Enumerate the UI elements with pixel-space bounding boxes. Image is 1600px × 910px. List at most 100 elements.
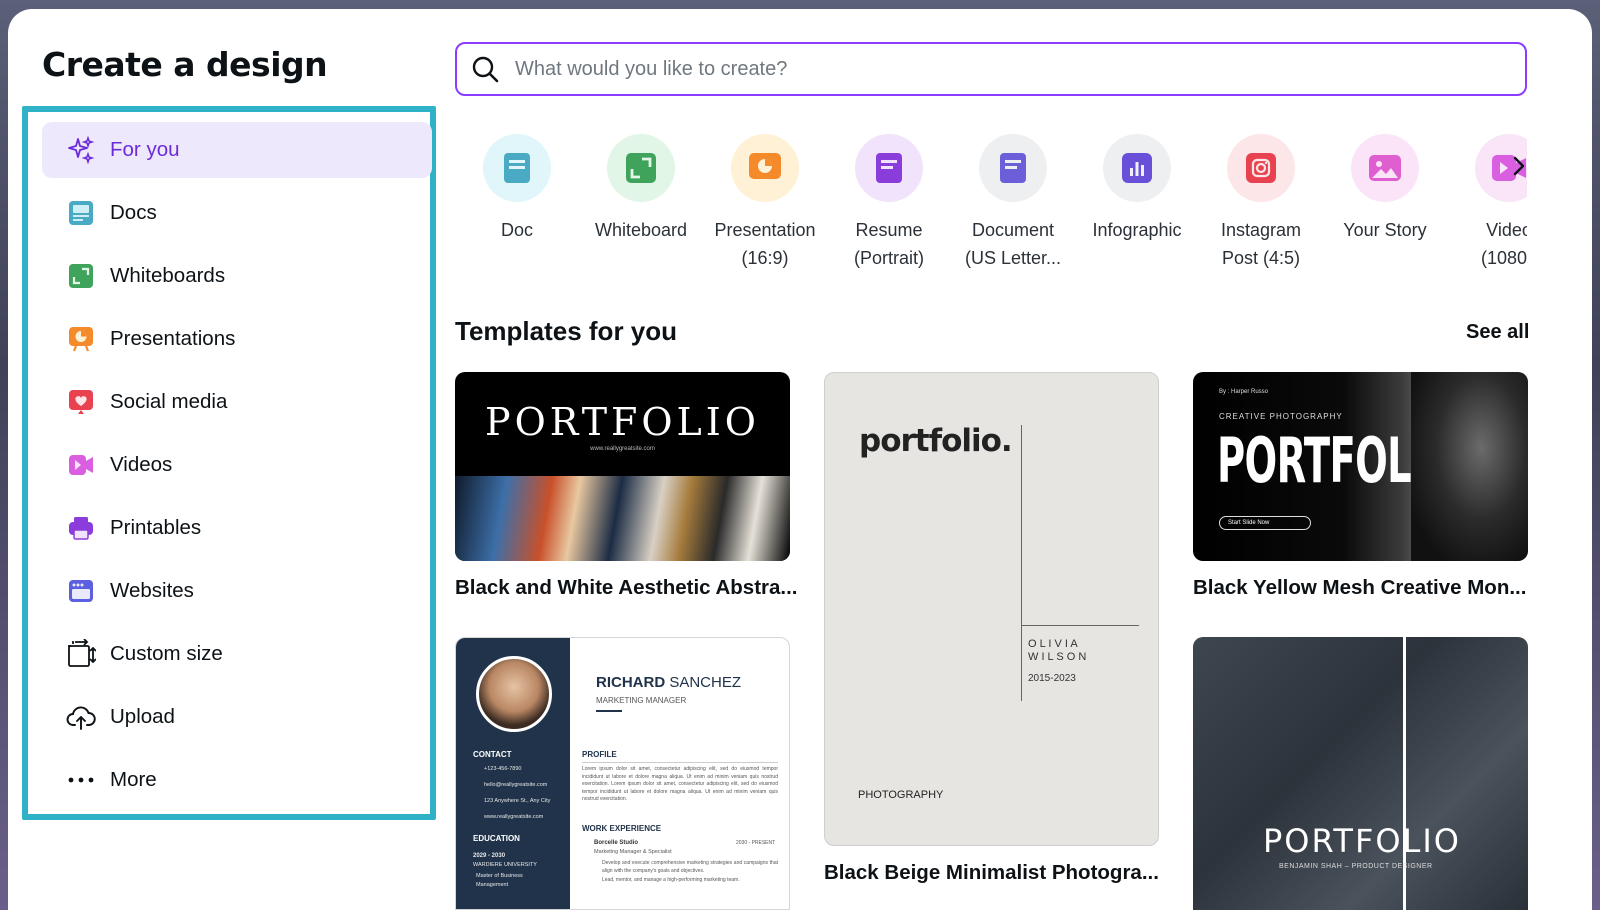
card-heading: portfolio. (859, 423, 1013, 459)
upload-cloud-icon (66, 702, 96, 732)
see-all-link[interactable]: See all (1466, 321, 1529, 344)
search-bar (455, 42, 1527, 96)
sidebar-item-social-media[interactable]: Social media (42, 374, 432, 430)
card-subheading: BENJAMIN SHAH – PRODUCT DESIGNER (1279, 863, 1433, 870)
presentation-icon (66, 324, 96, 354)
template-card[interactable]: CONTACT +123-456-7890 hello@reallygreats… (455, 637, 790, 910)
doc-icon (483, 134, 551, 202)
design-type-document[interactable]: Document (US Letter... (951, 134, 1075, 272)
printer-icon (66, 513, 96, 543)
dialog-title: Create a design (42, 45, 328, 84)
design-type-label: Whiteboard (594, 220, 688, 240)
resume-edu-degree: Master of Business (476, 873, 523, 879)
custom-size-icon (66, 639, 96, 669)
design-type-resume[interactable]: Resume (Portrait) (827, 134, 951, 272)
card-kicker: CREATIVE PHOTOGRAPHY (1219, 412, 1343, 421)
design-type-label: Doc (500, 220, 533, 240)
sidebar-item-more[interactable]: More (42, 752, 432, 808)
sidebar-item-presentations[interactable]: Presentations (42, 311, 432, 367)
instagram-icon (1227, 134, 1295, 202)
docs-icon (66, 198, 96, 228)
search-input[interactable] (513, 56, 1497, 82)
resume-job-title: Marketing Manager & Specialist (594, 849, 672, 855)
resume-website: www.reallygreatsite.com (484, 814, 544, 820)
design-type-label: Presentation (16:9) (714, 220, 816, 268)
resume-profile-text: Lorem ipsum dolor sit amet, consectetur … (582, 762, 778, 804)
template-caption: Black and White Aesthetic Abstra... (455, 576, 798, 599)
card-name-line-1: O L I V I A (1028, 638, 1078, 650)
resume-email: hello@reallygreatsite.com (484, 782, 548, 788)
sidebar-item-label: More (110, 768, 157, 791)
sidebar-item-printables[interactable]: Printables (42, 500, 432, 556)
infographic-icon (1103, 134, 1171, 202)
more-dots-icon (66, 765, 96, 795)
design-type-doc[interactable]: Doc (455, 134, 579, 244)
story-image-icon (1351, 134, 1419, 202)
templates-section-title: Templates for you (455, 316, 678, 346)
card-name-line-2: W I L S O N (1028, 651, 1087, 663)
resume-profile-heading: PROFILE (582, 750, 617, 759)
resume-bullet-2: Lead, mentor, and manage a high-performi… (602, 877, 740, 883)
sidebar-item-websites[interactable]: Websites (42, 563, 432, 619)
design-type-your-story[interactable]: Your Story (1323, 134, 1447, 244)
video-icon (66, 450, 96, 480)
design-type-instagram-post[interactable]: Instagram Post (4:5) (1199, 134, 1323, 272)
sidebar-item-label: Websites (110, 579, 194, 602)
sidebar-item-label: Printables (110, 516, 202, 539)
child-window-photo (1411, 372, 1528, 561)
sidebar-item-label: Presentations (110, 327, 236, 350)
design-type-label: Video(1080p (1480, 220, 1527, 268)
template-caption: Black Beige Minimalist Photogra... (824, 861, 1159, 884)
carousel-next-button[interactable] (1506, 155, 1532, 181)
sparkle-icon (66, 135, 96, 165)
divider (1021, 425, 1022, 701)
avatar (476, 656, 552, 732)
heart-icon (66, 387, 96, 417)
sidebar-item-upload[interactable]: Upload (42, 689, 432, 745)
design-type-presentation[interactable]: Presentation (16:9) (703, 134, 827, 272)
sidebar-item-for-you[interactable]: For you (42, 122, 432, 178)
resume-contact-heading: CONTACT (473, 750, 512, 759)
search-icon (471, 54, 501, 84)
template-card[interactable]: portfolio. O L I V I A W I L S O N 2015-… (824, 372, 1159, 846)
sidebar-item-label: Upload (110, 705, 175, 728)
abstract-swirl-image (455, 476, 790, 561)
sidebar-item-label: Custom size (110, 642, 223, 665)
template-card[interactable]: By : Harper Russo CREATIVE PHOTOGRAPHY P… (1193, 372, 1528, 561)
sidebar-item-label: Videos (110, 453, 173, 476)
sidebar-item-docs[interactable]: Docs (42, 185, 432, 241)
resume-role: MARKETING MANAGER (596, 696, 687, 705)
template-caption: Black Yellow Mesh Creative Mon... (1193, 576, 1527, 599)
sidebar-item-custom-size[interactable]: Custom size (42, 626, 432, 682)
sidebar-item-label: Social media (110, 390, 228, 413)
website-icon (66, 576, 96, 606)
resume-education-heading: EDUCATION (473, 834, 520, 843)
resume-address: 123 Anywhere St., Any City (484, 798, 551, 804)
design-type-label: Instagram Post (4:5) (1220, 220, 1302, 268)
card-heading: PORTFOLIO (485, 400, 760, 444)
resume-edu-years: 2029 - 2030 (473, 853, 506, 859)
design-type-label: Your Story (1343, 220, 1427, 240)
document-icon (979, 134, 1047, 202)
sidebar-item-whiteboards[interactable]: Whiteboards (42, 248, 432, 304)
resume-edu-school: WARDIERE UNIVERSITY (473, 862, 537, 868)
sidebar-item-label: Docs (110, 201, 157, 224)
sidebar-item-videos[interactable]: Videos (42, 437, 432, 493)
card-byline: By : Harper Russo (1219, 389, 1269, 395)
resume-bullet-1: Develop and execute comprehensive market… (602, 860, 778, 874)
whiteboard-icon (607, 134, 675, 202)
resume-edu-degree-2: Management (476, 882, 509, 888)
resume-name: RICHARD SANCHEZ (596, 674, 742, 691)
whiteboard-icon (66, 261, 96, 291)
resume-icon (855, 134, 923, 202)
design-type-infographic[interactable]: Infographic (1075, 134, 1199, 244)
resume-name-underline (596, 710, 622, 712)
design-type-carousel: Doc Whiteboard Presentation (16:9) Resume… (455, 134, 1527, 274)
design-type-whiteboard[interactable]: Whiteboard (579, 134, 703, 244)
sidebar-item-label: Whiteboards (110, 264, 226, 287)
template-card[interactable]: PORTFOLIO www.reallygreatsite.com (455, 372, 790, 561)
card-heading: PORTFOLIO (1263, 822, 1461, 860)
sidebar-item-label: For you (110, 138, 180, 161)
template-card[interactable]: PORTFOLIO BENJAMIN SHAH – PRODUCT DESIGN… (1193, 637, 1528, 910)
card-footer: PHOTOGRAPHY (858, 789, 944, 801)
